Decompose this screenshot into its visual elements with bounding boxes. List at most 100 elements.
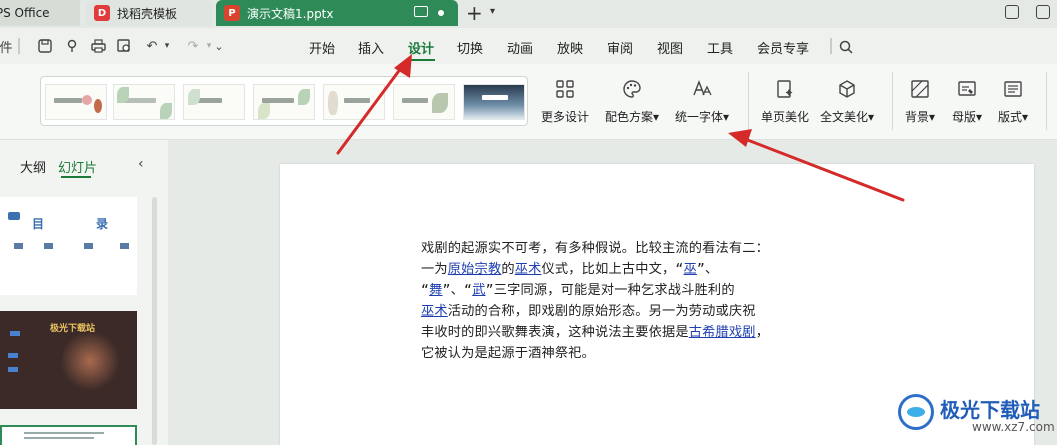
ppt-logo-icon: P — [224, 5, 240, 21]
toc-item-marker — [8, 353, 18, 358]
new-tab-button[interactable]: + — [466, 2, 483, 24]
docer-logo-icon: D — [94, 5, 110, 21]
print-preview-icon[interactable] — [115, 36, 133, 56]
undo-icon[interactable]: ↶ — [143, 36, 161, 56]
active-tab-indicator — [61, 176, 91, 178]
layout-label: 版式▾ — [998, 110, 1029, 124]
menu-design[interactable]: 设计 — [408, 38, 434, 57]
menu-review[interactable]: 审阅 — [607, 38, 633, 57]
design-thumbnail[interactable] — [113, 84, 175, 120]
toc-item-marker — [8, 367, 18, 372]
design-thumbnail[interactable] — [253, 84, 315, 120]
menu-member[interactable]: 会员专享 — [757, 38, 809, 57]
menu-bar: 件 ↶ ▾ ↷ ▾ ⌄ 开始 插入 设计 切换 动画 放映 审阅 视图 工具 会… — [0, 28, 1057, 64]
toc-item-marker — [44, 243, 53, 249]
scrollbar[interactable] — [152, 197, 157, 445]
slide-text-box[interactable]: 戏剧的起源实不可考，有多种假说。比较主流的看法有二： 一为原始宗教的巫术仪式，比… — [421, 238, 841, 364]
divider — [748, 72, 749, 130]
text-line — [24, 437, 94, 439]
tab-template-store[interactable]: D 找稻壳模板 — [86, 0, 212, 26]
hyperlink[interactable]: 巫 — [684, 262, 697, 277]
menu-insert[interactable]: 插入 — [358, 38, 384, 57]
hyperlink[interactable]: 武 — [472, 283, 485, 298]
menu-start[interactable]: 开始 — [309, 38, 335, 57]
aurora-logo-icon — [898, 394, 934, 430]
monitor-icon[interactable] — [414, 6, 428, 17]
divider — [830, 38, 832, 54]
design-thumbnail[interactable] — [463, 84, 525, 120]
background-icon — [909, 78, 931, 100]
design-thumbnail[interactable] — [183, 84, 245, 120]
tab-slides[interactable]: 幻灯片 — [58, 157, 97, 176]
layout-button[interactable]: 版式▾ — [998, 78, 1028, 125]
hyperlink[interactable]: 巫术 — [421, 304, 448, 319]
background-button[interactable]: 背景▾ — [905, 78, 935, 125]
redo-icon[interactable]: ↷ — [184, 36, 202, 56]
more-design-button[interactable]: 更多设计 — [541, 78, 589, 125]
hyperlink[interactable]: 原始宗教 — [448, 262, 502, 277]
design-thumbnail[interactable] — [45, 84, 107, 120]
save-icon[interactable] — [36, 36, 54, 56]
design-ribbon: 更多设计 配色方案▾ 统一字体▾ 单页美化 全文美化▾ 背景▾ 母版▾ 版式▾ — [0, 64, 1057, 140]
background-label: 背景▾ — [905, 110, 936, 124]
text-line: 巫术活动的合称，即戏剧的原始形态。另一为劳动或庆祝 — [421, 304, 756, 319]
chevron-down-icon[interactable]: ▾ — [490, 6, 495, 17]
template-tab-label: 找稻壳模板 — [117, 6, 178, 21]
page-sparkle-icon — [774, 78, 796, 100]
menu-view[interactable]: 视图 — [657, 38, 683, 57]
menu-animation[interactable]: 动画 — [507, 38, 533, 57]
menu-tools[interactable]: 工具 — [707, 38, 733, 57]
divider — [18, 38, 20, 54]
title-bar: WPS Office D 找稻壳模板 P 演示文稿1.pptx + ▾ — [0, 0, 1057, 28]
full-beautify-label: 全文美化▾ — [820, 110, 875, 124]
hyperlink[interactable]: 舞 — [429, 283, 442, 298]
toc-item-marker — [10, 331, 20, 336]
text-line: 它被认为是起源于酒神祭祀。 — [421, 346, 596, 361]
color-scheme-label: 配色方案▾ — [605, 110, 660, 124]
background-image — [60, 331, 120, 391]
full-beautify-button[interactable]: 全文美化▾ — [820, 78, 874, 125]
slide2-title: 极光下载站 — [50, 324, 96, 334]
file-menu[interactable]: 件 — [0, 36, 14, 56]
cube-icon — [836, 78, 858, 100]
slide-thumbnail-1[interactable]: 目 录 — [0, 197, 137, 295]
decoration-shape — [8, 212, 20, 220]
slide-thumbnail-2[interactable]: 极光下载站 — [0, 311, 137, 409]
more-quick-access-icon[interactable]: ⌄ — [210, 36, 228, 56]
design-thumbnail[interactable] — [323, 84, 385, 120]
palette-icon — [621, 78, 643, 100]
active-menu-indicator — [407, 59, 435, 61]
menu-slideshow[interactable]: 放映 — [557, 38, 583, 57]
single-page-beautify-button[interactable]: 单页美化 — [761, 78, 809, 125]
watermark-url: www.xz7.com — [972, 420, 1055, 434]
hyperlink[interactable]: 巫术 — [515, 262, 542, 277]
undo-dropdown-icon[interactable]: ▾ — [162, 36, 172, 56]
slide1-title-b: 录 — [96, 217, 109, 231]
color-scheme-button[interactable]: 配色方案▾ — [605, 78, 659, 125]
slide-thumbnail-3[interactable] — [0, 425, 137, 445]
restore-window-icon[interactable] — [1005, 5, 1019, 19]
slide-navigation-pane: 大纲 幻灯片 ‹ 目 录 极光下载站 — [0, 140, 168, 445]
menu-transition[interactable]: 切换 — [457, 38, 483, 57]
hyperlink[interactable]: 古希腊戏剧 — [689, 325, 756, 340]
tab-document[interactable]: P 演示文稿1.pptx — [216, 0, 458, 26]
master-slide-icon — [956, 78, 978, 100]
text-line: 丰收时的即兴歌舞表演，这种说法主要依据是古希腊戏剧， — [421, 325, 770, 340]
design-thumbnail[interactable] — [393, 84, 455, 120]
design-template-gallery[interactable] — [40, 76, 528, 126]
search-icon[interactable] — [837, 37, 855, 57]
export-icon[interactable] — [63, 36, 81, 56]
collapse-pane-icon[interactable]: ‹ — [138, 156, 144, 172]
master-button[interactable]: 母版▾ — [952, 78, 982, 125]
master-label: 母版▾ — [952, 110, 983, 124]
text-line — [24, 432, 104, 434]
divider — [892, 72, 893, 130]
toc-item-marker — [120, 243, 129, 249]
print-icon[interactable] — [89, 36, 107, 56]
tab-outline[interactable]: 大纲 — [20, 157, 46, 176]
divider — [1046, 72, 1047, 130]
unify-font-button[interactable]: 统一字体▾ — [675, 78, 729, 125]
tab-wps-office[interactable]: WPS Office — [0, 0, 80, 26]
window-icon[interactable] — [1036, 5, 1050, 19]
text-line: “舞”、“武”三字同源，可能是对一种乞求战斗胜利的 — [421, 283, 735, 298]
